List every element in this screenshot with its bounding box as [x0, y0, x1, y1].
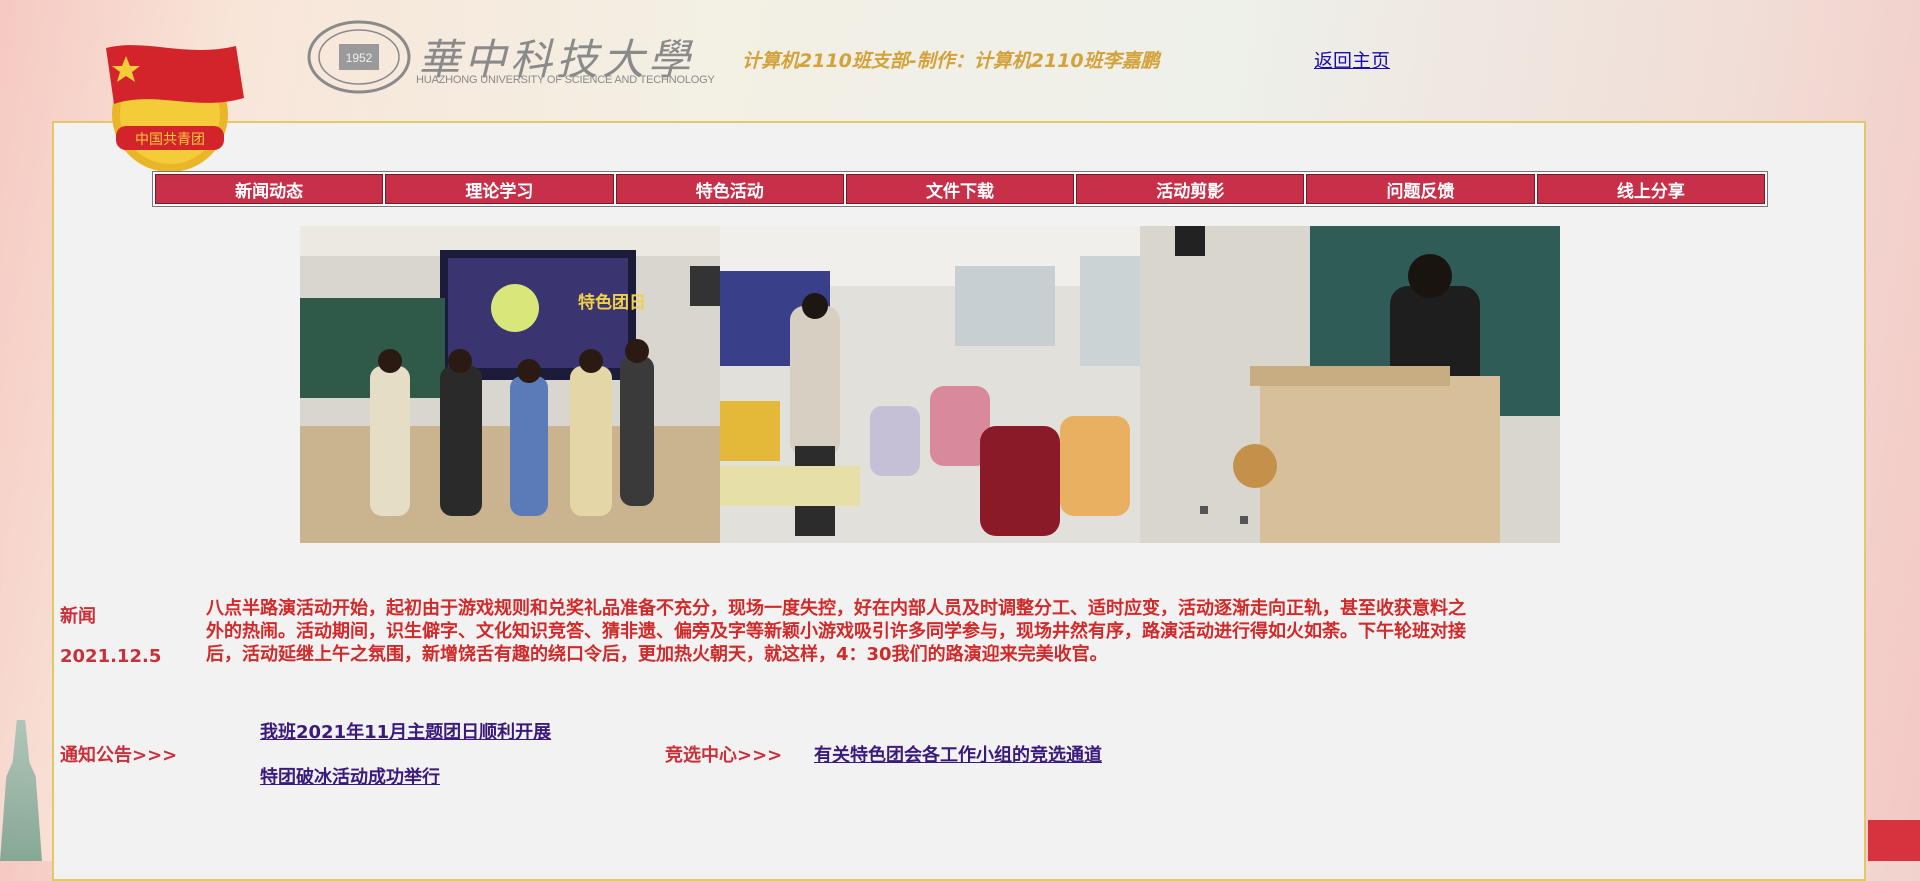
nav-item-gallery[interactable]: 活动剪影 [1076, 174, 1305, 204]
notice-label: 通知公告>>> [60, 745, 178, 766]
home-link[interactable]: 返回主页 [1314, 46, 1390, 73]
nav-item-online-share[interactable]: 线上分享 [1536, 174, 1765, 204]
photo-strip: 特色团日 [300, 226, 1560, 543]
news-text: 八点半路演活动开始，起初由于游戏规则和兑奖礼品准备不充分，现场一度失控，好在内部… [206, 598, 1466, 665]
nav-item-news[interactable]: 新闻动态 [155, 174, 384, 204]
election-label: 竞选中心>>> [665, 745, 783, 766]
nav-item-activities[interactable]: 特色活动 [615, 174, 844, 204]
university-seal-icon: 1952 [307, 20, 411, 94]
photo-group-students: 特色团日 [300, 226, 720, 543]
news-date: 2021.12.5 [60, 646, 162, 667]
svg-text:1952: 1952 [346, 51, 373, 65]
nav-item-theory[interactable]: 理论学习 [385, 174, 614, 204]
election-link[interactable]: 有关特色团会各工作小组的竞选通道 [814, 741, 1102, 767]
youth-league-emblem-icon: 中国共青团 [106, 45, 244, 172]
nav-item-feedback[interactable]: 问题反馈 [1306, 174, 1535, 204]
main-nav: 新闻动态 理论学习 特色活动 文件下载 活动剪影 问题反馈 线上分享 [152, 171, 1768, 207]
slide-title: 特色团日 [578, 292, 646, 313]
background-tower-decoration [0, 720, 42, 861]
background-red-corner [1868, 820, 1920, 861]
nav-item-downloads[interactable]: 文件下载 [845, 174, 1075, 204]
notice-link-1[interactable]: 我班2021年11月主题团日顺利开展 [260, 718, 551, 744]
news-label: 新闻 [60, 606, 96, 627]
photo-speaker [1140, 226, 1560, 543]
header-credit: 计算机2110班支部-制作：计算机2110班李嘉鹏 [742, 50, 1160, 72]
emblem-text: 中国共青团 [135, 132, 205, 148]
university-name-en: HUAZHONG UNIVERSITY OF SCIENCE AND TECHN… [416, 74, 715, 86]
notice-link-2[interactable]: 特团破冰活动成功举行 [260, 763, 440, 789]
photo-classroom [720, 226, 1140, 543]
